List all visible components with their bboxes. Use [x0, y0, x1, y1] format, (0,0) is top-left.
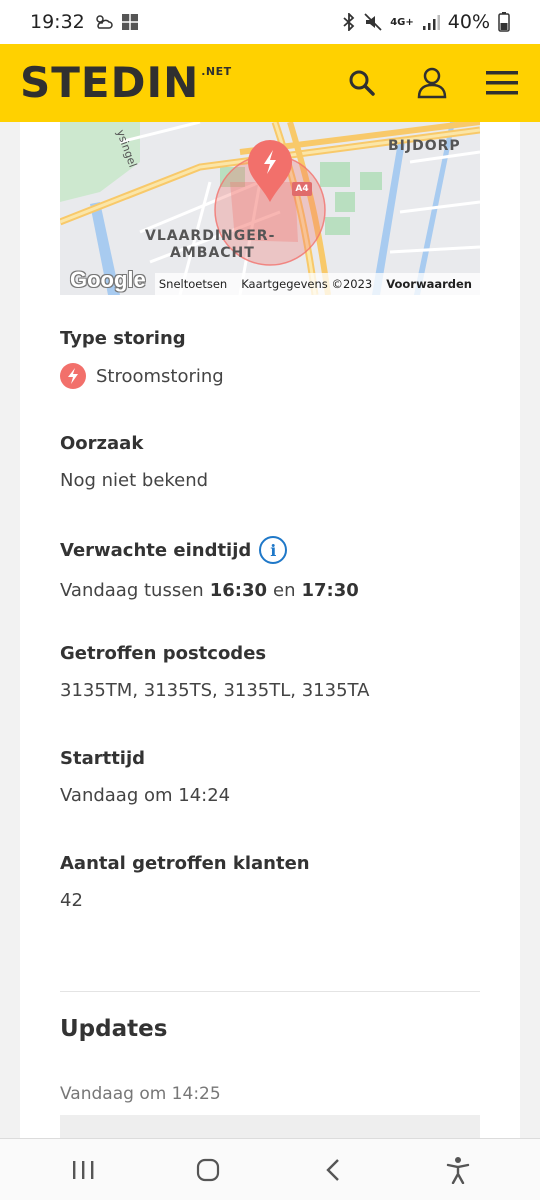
battery-percent: 40%: [447, 11, 490, 33]
map-terms-link[interactable]: Voorwaarden: [386, 277, 472, 291]
signal-icon: [422, 14, 440, 30]
status-time: 19:32: [30, 11, 85, 33]
updates-title: Updates: [60, 1016, 168, 1042]
recents-icon[interactable]: [58, 1145, 108, 1195]
search-icon[interactable]: [344, 65, 380, 101]
start-time-section: Starttijd Vandaag om 14:24: [60, 748, 480, 806]
map-footer: Sneltoetsen Kaartgegevens ©2023 Voorwaar…: [60, 273, 480, 295]
stedin-logo[interactable]: STEDIN .NET: [20, 62, 232, 104]
info-icon[interactable]: i: [259, 536, 288, 564]
end-time-section: Verwachte eindtijd i Vandaag tussen 16:3…: [60, 536, 480, 601]
status-bar: 19:32 4G+ 40%: [0, 0, 540, 44]
weather-icon: [93, 13, 113, 31]
start-time-value: Vandaag om 14:24: [60, 785, 231, 806]
logo-text: STEDIN: [20, 58, 200, 107]
outage-map[interactable]: A4 BIJDORP VLAARDINGER- AMBACHT ysingel …: [60, 122, 480, 295]
end-time-to: 17:30: [301, 580, 359, 601]
cause-section: Oorzaak Nog niet bekend: [60, 433, 480, 491]
postcodes-value: 3135TM, 3135TS, 3135TL, 3135TA: [60, 680, 370, 701]
type-section: Type storing Stroomstoring: [60, 328, 480, 389]
accessibility-icon[interactable]: [433, 1145, 483, 1195]
update-timestamp: Vandaag om 14:25: [60, 1084, 221, 1104]
postcodes-section: Getroffen postcodes 3135TM, 3135TS, 3135…: [60, 643, 480, 701]
cause-value: Nog niet bekend: [60, 470, 209, 491]
network-type: 4G+: [390, 16, 414, 28]
type-label: Type storing: [60, 328, 186, 349]
user-icon[interactable]: [414, 65, 450, 101]
end-time-prefix: Vandaag tussen: [60, 580, 204, 601]
update-card: [60, 1115, 480, 1138]
end-time-label: Verwachte eindtijd: [60, 539, 252, 561]
android-nav-bar: [0, 1138, 540, 1200]
battery-icon: [498, 12, 510, 32]
logo-suffix: .NET: [201, 65, 232, 78]
map-shortcuts-link[interactable]: Sneltoetsen: [159, 277, 227, 291]
back-icon[interactable]: [308, 1145, 358, 1195]
site-header: STEDIN .NET: [0, 44, 540, 122]
customers-section: Aantal getroffen klanten 42: [60, 853, 480, 911]
end-time-from: 16:30: [209, 580, 267, 601]
menu-icon[interactable]: [484, 65, 520, 101]
power-outage-icon: [60, 363, 86, 389]
mute-icon: [364, 13, 382, 31]
postcodes-label: Getroffen postcodes: [60, 643, 267, 664]
customers-label: Aantal getroffen klanten: [60, 853, 310, 874]
cause-label: Oorzaak: [60, 433, 144, 454]
map-label-area: VLAARDINGER-: [145, 228, 276, 244]
bluetooth-icon: [342, 13, 356, 31]
type-value: Stroomstoring: [96, 365, 224, 387]
start-time-label: Starttijd: [60, 748, 146, 769]
outage-detail-page: A4 BIJDORP VLAARDINGER- AMBACHT ysingel …: [20, 122, 520, 1138]
section-divider: [60, 991, 480, 992]
map-data-link[interactable]: Kaartgegevens ©2023: [241, 277, 372, 291]
customers-value: 42: [60, 890, 83, 911]
gallery-icon: [121, 13, 139, 31]
map-label-bijdorp: BIJDORP: [388, 138, 461, 154]
road-label: A4: [295, 184, 309, 194]
home-icon[interactable]: [183, 1145, 233, 1195]
map-label-area2: AMBACHT: [170, 245, 255, 261]
end-time-mid: en: [273, 580, 296, 601]
